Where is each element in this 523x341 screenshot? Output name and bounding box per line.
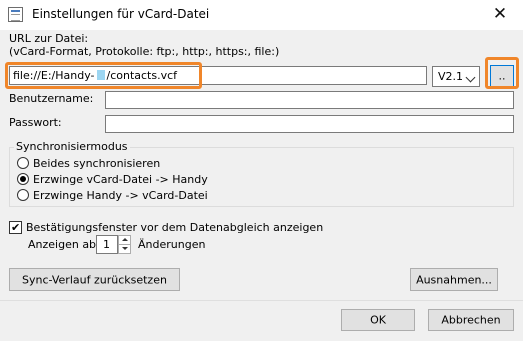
reset-sync-history-button[interactable]: Sync-Verlauf zurücksetzen [9,268,180,291]
arrow-down-icon [122,246,128,250]
ok-label: OK [370,313,386,327]
username-input[interactable] [105,91,514,109]
radio-sync-both[interactable] [17,157,29,169]
vcard-version-select[interactable]: V2.1 [432,66,480,87]
chevron-down-icon [465,72,476,83]
footer-separator [0,300,523,301]
url-protocols-hint: (vCard-Format, Protokolle: ftp:, http:, … [9,45,280,58]
show-from-label: Anzeigen ab [28,238,97,251]
password-input[interactable] [105,115,514,133]
close-icon[interactable]: ✕ [477,0,523,30]
password-label: Passwort: [9,116,62,129]
username-label: Benutzername: [9,92,94,105]
confirm-dialog-label[interactable]: Bestätigungsfenster vor dem Datenabgleic… [26,221,323,234]
url-highlight-box [5,62,202,89]
changes-label: Änderungen [138,238,206,251]
cancel-label: Abbrechen [441,313,501,327]
url-label: URL zur Datei: [9,32,89,45]
changes-count-input[interactable]: 1 [96,235,118,254]
vcard-version-value: V2.1 [438,70,464,83]
changes-count-stepper[interactable] [118,235,131,254]
radio-force-vcard-to-phone[interactable] [17,173,29,185]
checkmark-icon: ✔ [11,221,21,234]
sync-mode-title: Synchronisiermodus [14,140,130,153]
exceptions-label: Ausnahmen... [416,273,492,286]
exceptions-button[interactable]: Ausnahmen... [410,268,498,291]
stepper-down-button[interactable] [119,245,130,254]
radio-force-phone-to-vcard-label[interactable]: Erzwinge Handy -> vCard-Datei [33,189,208,202]
browse-highlight-box [485,57,519,89]
dialog-body: URL zur Datei: (vCard-Format, Protokolle… [0,30,523,341]
ok-button[interactable]: OK [341,309,415,331]
vcard-app-icon [8,7,23,22]
window-title: Einstellungen für vCard-Datei [32,7,210,21]
reset-sync-history-label: Sync-Verlauf zurücksetzen [22,273,167,286]
cancel-button[interactable]: Abbrechen [428,309,514,331]
arrow-up-icon [122,238,128,241]
title-bar: Einstellungen für vCard-Datei ✕ [0,0,523,30]
radio-force-phone-to-vcard[interactable] [17,189,29,201]
changes-count-value: 1 [103,238,110,251]
confirm-dialog-checkbox[interactable]: ✔ [9,221,22,234]
radio-sync-both-label[interactable]: Beides synchronisieren [33,157,160,170]
radio-force-vcard-to-phone-label[interactable]: Erzwinge vCard-Datei -> Handy [33,173,208,186]
stepper-up-button[interactable] [119,236,130,245]
